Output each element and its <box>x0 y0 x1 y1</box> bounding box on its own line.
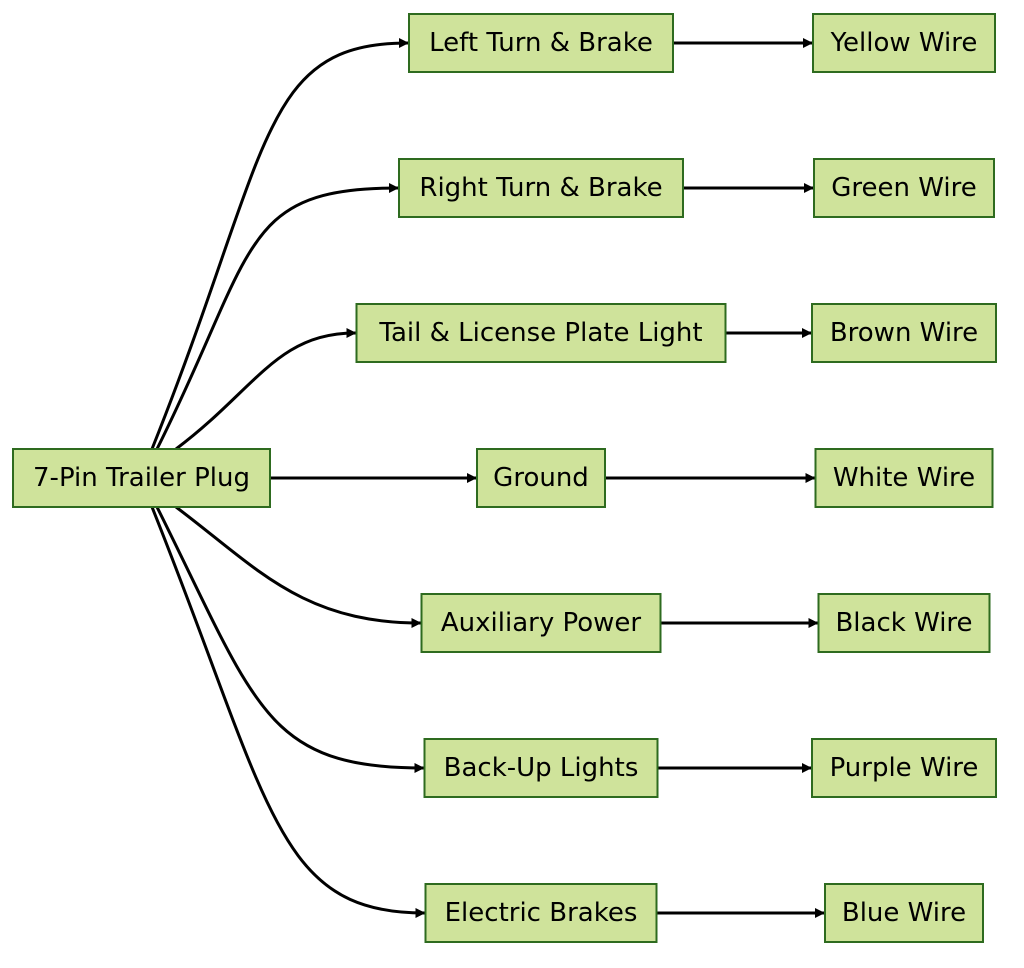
node-blue-wire-label: Blue Wire <box>842 898 966 928</box>
node-black-wire-label: Black Wire <box>835 608 972 638</box>
nodes: 7-Pin Trailer Plug Left Turn & Brake Yello… <box>12 13 997 943</box>
node-electric-brakes-label: Electric Brakes <box>445 898 638 928</box>
node-yellow-wire-label: Yellow Wire <box>830 28 978 58</box>
node-backup-lights: Back-Up Lights <box>423 738 659 798</box>
node-aux-power-label: Auxiliary Power <box>441 608 642 638</box>
node-left-turn: Left Turn & Brake <box>408 13 674 73</box>
node-backup-lights-label: Back-Up Lights <box>444 753 639 783</box>
node-purple-wire-label: Purple Wire <box>830 753 979 783</box>
edge-plug-to-aux-power <box>175 505 422 628</box>
node-tail-light: Tail & License Plate Light <box>355 303 727 363</box>
node-aux-power: Auxiliary Power <box>420 593 662 653</box>
node-ground-label: Ground <box>493 463 589 493</box>
node-plug: 7-Pin Trailer Plug <box>12 448 271 508</box>
node-purple-wire: Purple Wire <box>811 738 997 798</box>
node-yellow-wire: Yellow Wire <box>812 13 996 73</box>
node-tail-light-label: Tail & License Plate Light <box>378 318 702 348</box>
edge-plug-to-electric-brakes <box>150 506 426 918</box>
node-left-turn-label: Left Turn & Brake <box>429 28 653 58</box>
node-right-turn-label: Right Turn & Brake <box>419 173 662 203</box>
node-right-turn: Right Turn & Brake <box>398 158 684 218</box>
wiring-diagram: 7-Pin Trailer Plug Left Turn & Brake Yello… <box>12 13 997 943</box>
node-white-wire-label: White Wire <box>833 463 975 493</box>
node-ground: Ground <box>476 448 606 508</box>
node-white-wire: White Wire <box>814 448 994 508</box>
edge-plug-to-backup-lights <box>155 506 425 773</box>
node-green-wire: Green Wire <box>813 158 995 218</box>
node-blue-wire: Blue Wire <box>824 883 984 943</box>
node-green-wire-label: Green Wire <box>831 173 976 203</box>
node-electric-brakes: Electric Brakes <box>424 883 658 943</box>
node-brown-wire-label: Brown Wire <box>830 318 978 348</box>
edge-plug-to-left-turn <box>150 38 409 450</box>
node-black-wire: Black Wire <box>817 593 991 653</box>
node-brown-wire: Brown Wire <box>811 303 997 363</box>
node-plug-label: 7-Pin Trailer Plug <box>33 463 250 493</box>
